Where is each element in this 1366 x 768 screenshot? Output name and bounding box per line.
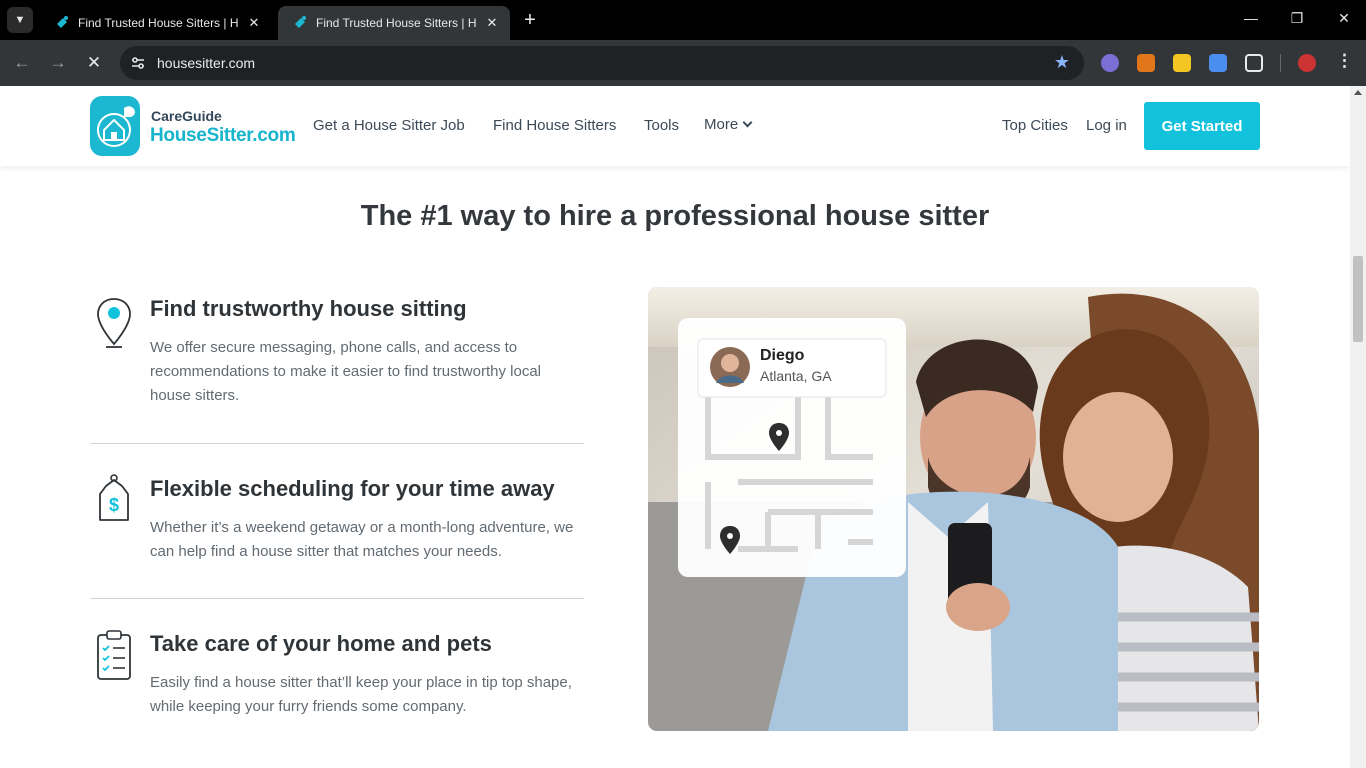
feature-divider	[90, 443, 584, 444]
logo-housesitter-text[interactable]: HouseSitter.com	[150, 125, 296, 147]
toolbar-separator	[1280, 54, 1281, 72]
browser-toolbar: ← → ✕ housesitter.com ★ ⋮	[0, 40, 1366, 86]
browser-tab-2[interactable]: Find Trusted House Sitters | House ✕	[278, 6, 510, 40]
close-tab-icon[interactable]: ✕	[246, 15, 262, 31]
couple-with-phone-illustration	[648, 287, 1259, 731]
page-scrollbar[interactable]	[1350, 86, 1366, 768]
site-info-icon[interactable]	[130, 55, 146, 71]
extension-ghost-icon[interactable]	[1101, 54, 1119, 72]
back-arrow-icon[interactable]: ←	[11, 52, 33, 74]
stop-loading-icon[interactable]: ✕	[83, 52, 105, 74]
profile-card-location: Atlanta, GA	[760, 368, 832, 384]
scroll-thumb[interactable]	[1353, 256, 1363, 342]
profile-avatar[interactable]	[1298, 54, 1316, 72]
chevron-down-icon	[742, 117, 753, 128]
nav-top-cities[interactable]: Top Cities	[1002, 117, 1068, 134]
new-tab-button[interactable]: +	[518, 9, 542, 33]
bookmark-star-icon[interactable]: ★	[1054, 52, 1070, 73]
close-tab-icon[interactable]: ✕	[484, 15, 500, 31]
price-tag-icon: $	[99, 474, 129, 521]
restore-window-icon[interactable]: ❐	[1287, 10, 1307, 27]
address-bar[interactable]: housesitter.com ★	[120, 46, 1084, 80]
hero-photo: Diego Atlanta, GA	[648, 287, 1259, 731]
feature-title: Take care of your home and pets	[150, 631, 492, 656]
nav-find-house-sitters[interactable]: Find House Sitters	[493, 117, 616, 134]
tab-title: Find Trusted House Sitters | House	[316, 16, 476, 30]
extensions-puzzle-icon[interactable]	[1245, 54, 1263, 72]
close-window-icon[interactable]: ✕	[1334, 10, 1354, 27]
get-started-button[interactable]: Get Started	[1144, 102, 1260, 150]
housesitter-favicon-icon	[57, 16, 68, 28]
tab-title: Find Trusted House Sitters | House	[78, 16, 238, 30]
tab-search-button[interactable]: ▼	[7, 7, 33, 33]
extension-metamask-icon[interactable]	[1137, 54, 1155, 72]
nav-login[interactable]: Log in	[1086, 117, 1127, 134]
browser-menu-icon[interactable]: ⋮	[1336, 51, 1353, 71]
feature-description: We offer secure messaging, phone calls, …	[150, 339, 542, 404]
feature-description: Easily find a house sitter that’ll keep …	[150, 674, 572, 715]
nav-house-sitter-job[interactable]: Get a House Sitter Job	[313, 117, 465, 134]
housesitter-favicon-icon	[295, 16, 306, 28]
nav-tools[interactable]: Tools	[644, 117, 679, 134]
svg-text:$: $	[109, 495, 119, 515]
feature-title: Find trustworthy house sitting	[150, 296, 467, 321]
house-logo-icon	[97, 106, 135, 147]
minimize-icon[interactable]: —	[1241, 10, 1261, 26]
feature-divider	[90, 598, 584, 599]
feature-item: $ Flexible scheduling for your time away…	[90, 474, 584, 576]
browser-tab-1[interactable]: Find Trusted House Sitters | House ✕	[40, 6, 272, 40]
site-header: CareGuide HouseSitter.com Get a House Si…	[0, 86, 1350, 166]
feature-item: Find trustworthy house sitting We offer …	[90, 296, 584, 416]
feature-title: Flexible scheduling for your time away	[150, 476, 555, 501]
feature-item: Take care of your home and pets Easily f…	[90, 630, 584, 731]
nav-more-dropdown[interactable]: More	[704, 116, 753, 133]
extension-docs-icon[interactable]	[1209, 54, 1227, 72]
page-viewport: CareGuide HouseSitter.com Get a House Si…	[0, 86, 1350, 768]
nav-more-label: More	[704, 116, 739, 133]
scroll-up-arrow-icon[interactable]	[1354, 90, 1362, 95]
url-text: housesitter.com	[157, 55, 256, 71]
profile-card-name: Diego	[760, 347, 805, 364]
logo-careguide-text: CareGuide	[151, 108, 222, 124]
map-pin-icon	[97, 298, 131, 348]
careguide-logo-icon[interactable]	[90, 96, 140, 156]
section-headline: The #1 way to hire a professional house …	[360, 200, 990, 232]
feature-description: Whether it’s a weekend getaway or a mont…	[150, 519, 574, 560]
extension-tag-icon[interactable]	[1173, 54, 1191, 72]
forward-arrow-icon[interactable]: →	[47, 52, 69, 74]
browser-tab-bar: ▼ Find Trusted House Sitters | House ✕ F…	[0, 0, 1366, 40]
checklist-clipboard-icon	[97, 630, 131, 680]
